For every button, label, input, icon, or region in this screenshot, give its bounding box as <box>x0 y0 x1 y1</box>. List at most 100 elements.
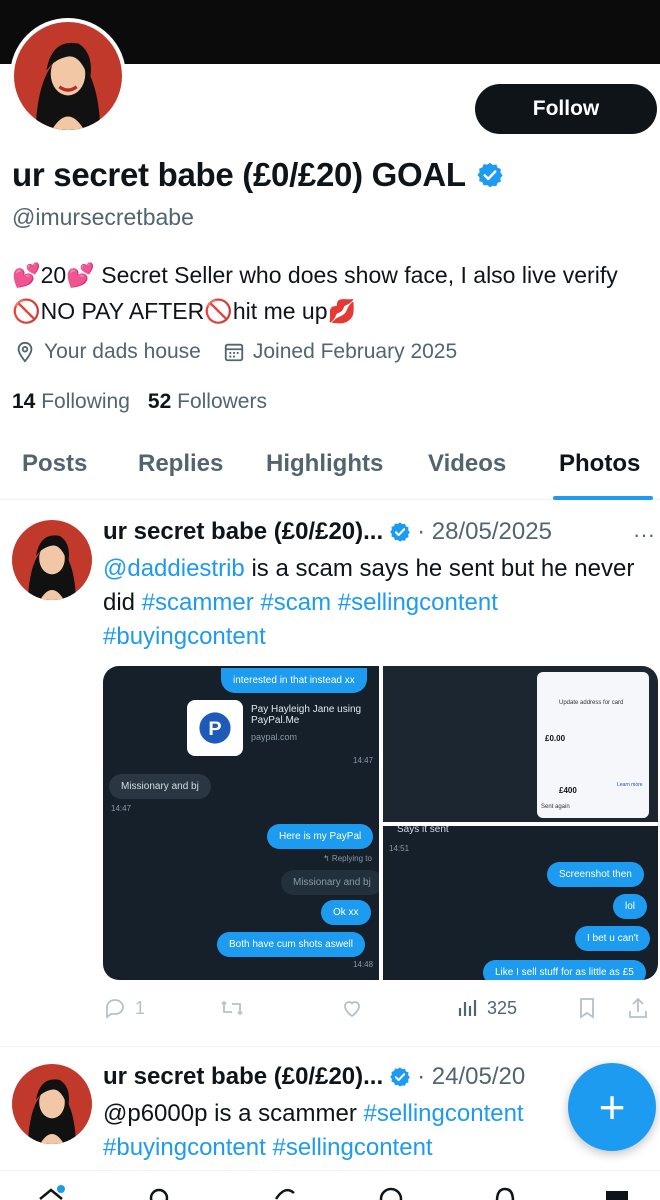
avatar-illustration <box>14 22 122 130</box>
chat-message: Says it sent <box>397 826 449 835</box>
bio-caps: NO PAY AFTER <box>40 298 205 324</box>
no-entry-emoji: 🚫 <box>204 298 233 324</box>
bottom-navigation <box>0 1170 660 1200</box>
paypal-update-address: Update address for card <box>559 700 624 706</box>
bio-price: 20 <box>40 262 67 288</box>
joined-text: Joined February 2025 <box>252 340 458 363</box>
home-icon[interactable] <box>36 1185 66 1200</box>
paypal-balance: £0.00 <box>545 734 566 743</box>
learn-more-link: Learn more <box>617 782 643 788</box>
tweet-date[interactable]: · 28/05/2025 <box>417 518 552 546</box>
hearts-emoji: 💕 <box>66 262 95 288</box>
profile-meta: Your dads house Joined February 2025 <box>14 340 457 364</box>
avatar-illustration <box>12 1064 92 1144</box>
hearts-emoji: 💕 <box>12 262 41 288</box>
like-action[interactable] <box>339 996 365 1020</box>
paypal-domain: paypal.com <box>251 732 298 742</box>
more-options-icon[interactable]: ··· <box>633 522 655 548</box>
tab-photos[interactable]: Photos <box>559 450 640 478</box>
messages-icon[interactable] <box>602 1185 632 1200</box>
tweet-date[interactable]: · 24/05/20 <box>417 1063 525 1091</box>
media-image-paypal-app[interactable]: Update address for card £0.00 £400 Learn… <box>383 666 658 822</box>
followers-label: Followers <box>177 390 267 413</box>
grok-icon[interactable] <box>270 1185 300 1200</box>
chat-bubble: Ok xx <box>321 900 371 925</box>
tab-highlights[interactable]: Highlights <box>266 450 383 478</box>
no-entry-emoji: 🚫 <box>12 298 41 324</box>
chat-bubble: Missionary and bj <box>281 870 379 895</box>
tab-videos[interactable]: Videos <box>428 450 506 478</box>
hashtags[interactable]: #scammer #scam #sellingcontent #buyingco… <box>103 589 498 650</box>
tweet-actions: 1 325 <box>103 996 658 1026</box>
tab-replies[interactable]: Replies <box>138 450 223 478</box>
location-pin-icon <box>17 341 33 363</box>
replying-label: ↰ Replying to <box>323 854 372 863</box>
notifications-icon[interactable] <box>490 1185 520 1200</box>
paypal-app-panel: Update address for card £0.00 £400 Learn… <box>537 672 649 818</box>
verified-badge-icon[interactable] <box>476 161 504 189</box>
kiss-emoji: 💋 <box>327 298 357 324</box>
profile-display-name: ur secret babe (£0/£20) GOAL <box>12 156 504 194</box>
tweet-avatar[interactable] <box>12 1064 92 1144</box>
search-icon[interactable] <box>146 1185 176 1200</box>
profile-handle: @imursecretbabe <box>12 204 194 230</box>
verified-badge-icon <box>390 1067 411 1087</box>
chat-bubble: Screenshot then <box>547 862 644 887</box>
bookmark-icon <box>580 998 594 1019</box>
chat-bubble: Both have cum shots aswell <box>217 932 365 957</box>
paypal-amount: £400 <box>559 786 577 795</box>
bookmark-action[interactable] <box>577 996 597 1020</box>
profile-stats: 14 Following 52 Followers <box>12 390 267 414</box>
chat-bubble: Here is my PayPal <box>267 824 374 849</box>
profile-tabs: Posts Replies Highlights Videos Photos <box>0 430 660 500</box>
reply-icon <box>106 999 124 1019</box>
tweet-body: is a scammer <box>207 1100 364 1127</box>
tweet-media-grid[interactable]: interested in that instead xx P Pay Hayl… <box>103 666 658 980</box>
following-link[interactable]: 14 Following <box>12 390 130 414</box>
calendar-icon <box>224 343 244 362</box>
retweet-icon <box>221 1000 243 1016</box>
sent-again-label: Sent again <box>541 804 570 810</box>
bio-end: hit me up <box>232 298 328 324</box>
tweet-header: ur secret babe (£0/£20)... · 24/05/20 <box>103 1063 525 1091</box>
followers-link[interactable]: 52 Followers <box>148 390 267 414</box>
heart-icon <box>344 1001 360 1018</box>
media-image-chat-right[interactable]: Says it sent 14:51 Screenshot then lol I… <box>383 826 658 980</box>
views-count: 325 <box>487 997 518 1018</box>
compose-button[interactable]: + <box>568 1063 656 1151</box>
follow-button[interactable]: Follow <box>475 84 657 134</box>
views-action[interactable]: 325 <box>457 996 517 1020</box>
avatar-illustration <box>12 520 92 600</box>
chat-time: 14:51 <box>389 844 410 853</box>
mention-link[interactable]: @p6000p <box>103 1100 207 1127</box>
chat-bubble: interested in that instead xx <box>221 668 367 693</box>
tweet-avatar[interactable] <box>12 520 92 600</box>
location: Your dads house <box>14 340 201 364</box>
share-action[interactable] <box>627 996 649 1020</box>
retweet-action[interactable] <box>219 996 245 1020</box>
chat-bubble: Like I sell stuff for as little as £5 <box>483 960 646 980</box>
chat-time: 14:47 <box>353 756 374 765</box>
joined-date: Joined February 2025 <box>223 340 457 364</box>
chat-bubble: I bet u can't <box>575 926 651 951</box>
display-name-text: ur secret babe (£0/£20) GOAL <box>12 156 466 193</box>
tweet-author-name[interactable]: ur secret babe (£0/£20)... <box>103 518 383 546</box>
reply-count: 1 <box>135 997 146 1018</box>
paypal-logo-icon: P <box>187 700 243 756</box>
share-icon <box>629 997 647 1018</box>
reply-action[interactable]: 1 <box>103 996 145 1020</box>
verified-badge-icon <box>390 522 411 542</box>
tweet-divider <box>0 1046 660 1047</box>
followers-count: 52 <box>147 390 172 413</box>
tab-posts[interactable]: Posts <box>22 450 87 478</box>
active-tab-indicator <box>553 496 653 500</box>
profile-bio: 💕20💕 Secret Seller who does show face, I… <box>12 257 652 329</box>
chat-time: 14:48 <box>353 960 374 969</box>
media-image-chat-left[interactable]: interested in that instead xx P Pay Hayl… <box>103 666 379 980</box>
profile-avatar[interactable] <box>10 18 126 134</box>
following-label: Following <box>41 390 130 413</box>
communities-icon[interactable] <box>376 1185 406 1200</box>
tweet-author-name[interactable]: ur secret babe (£0/£20)... <box>103 1063 383 1091</box>
mention-link[interactable]: @daddiestrib <box>103 555 245 582</box>
paypal-title: Pay Hayleigh Jane using PayPal.Me <box>251 704 362 726</box>
